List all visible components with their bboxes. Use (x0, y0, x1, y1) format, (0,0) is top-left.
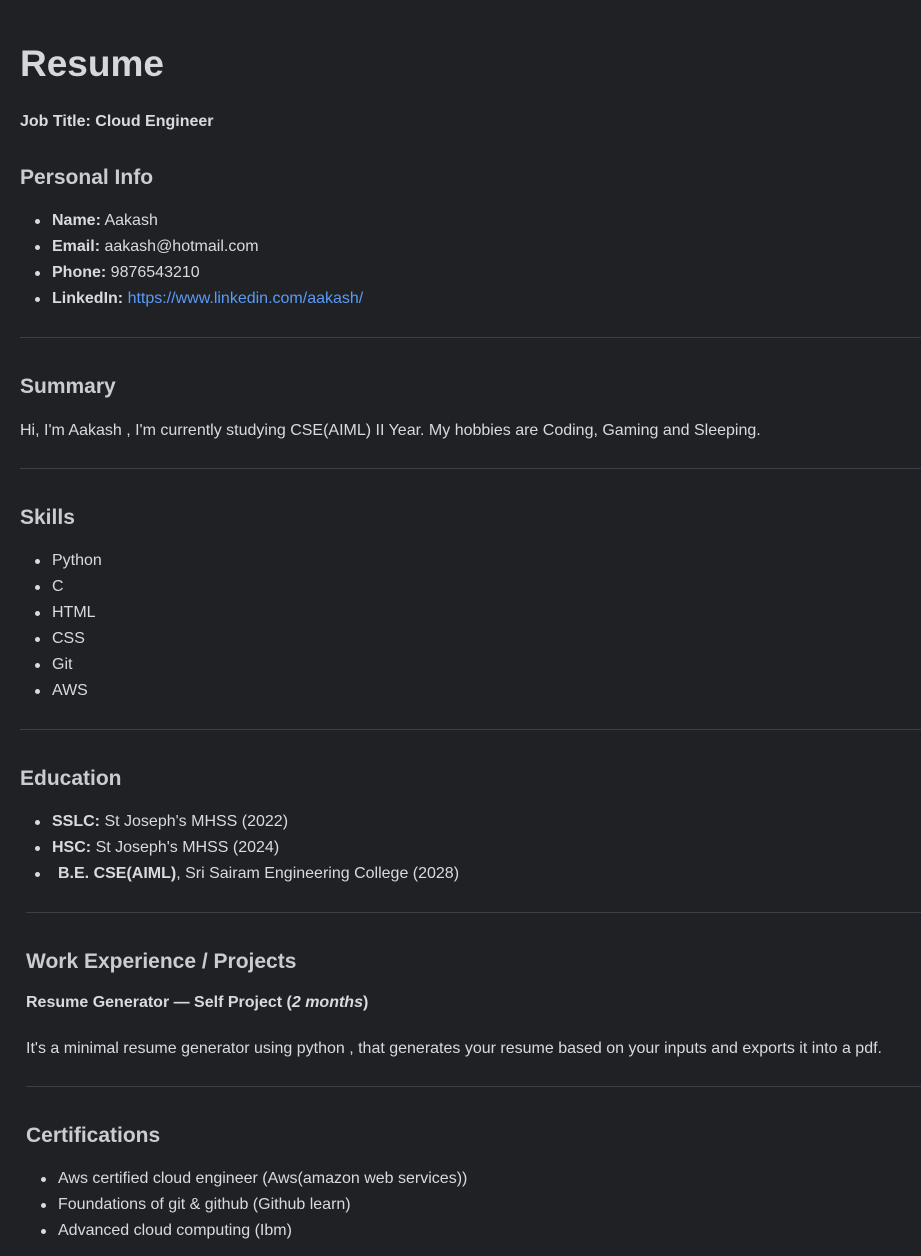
phone-label: Phone: (52, 264, 107, 281)
education-item: HSC: St Joseph's MHSS (2024) (20, 838, 459, 864)
education-item: SSLC: St Joseph's MHSS (2022) (20, 812, 459, 838)
education-value: , Sri Sairam Engineering College (2028) (176, 865, 460, 882)
certification-item: Aws certified cloud engineer (Aws(amazon… (26, 1169, 467, 1195)
education-item: B.E. CSE(AIML), Sri Sairam Engineering C… (20, 864, 459, 890)
name-label: Name: (52, 212, 101, 229)
skill-item: AWS (20, 681, 102, 707)
phone-value: 9876543210 (110, 264, 200, 281)
education-label: HSC: (52, 839, 92, 856)
resume-page: Resume Job Title: Cloud Engineer Persona… (0, 0, 921, 1256)
certification-item: Advanced cloud computing (Ibm) (26, 1221, 467, 1247)
section-divider (20, 337, 921, 338)
list-item: Name: Aakash (20, 211, 363, 237)
section-divider (20, 468, 921, 469)
email-value: aakash@hotmail.com (104, 238, 259, 255)
page-title: Resume (20, 43, 164, 84)
job-title: Job Title: Cloud Engineer (20, 113, 214, 130)
skill-item: C (20, 577, 102, 603)
education-value: St Joseph's MHSS (2024) (95, 839, 280, 856)
list-item: Phone: 9876543210 (20, 263, 363, 289)
project-title: Resume Generator — Self Project (2 month… (26, 993, 368, 1013)
project-duration: 2 months (291, 994, 363, 1011)
personal-info-list: Name: Aakash Email: aakash@hotmail.com P… (20, 211, 363, 315)
certification-item: Foundations of git & github (Github lear… (26, 1195, 467, 1221)
skill-item: HTML (20, 603, 102, 629)
personal-info-heading: Personal Info (20, 166, 154, 189)
skill-item: Python (20, 551, 102, 577)
summary-heading: Summary (20, 375, 116, 398)
email-label: Email: (52, 238, 101, 255)
summary-text: Hi, I'm Aakash , I'm currently studying … (20, 422, 761, 439)
linkedin-label: LinkedIn: (52, 290, 124, 307)
education-list: SSLC: St Joseph's MHSS (2022) HSC: St Jo… (20, 812, 459, 890)
project-title-close: ) (362, 994, 369, 1011)
skill-item: Git (20, 655, 102, 681)
name-value: Aakash (104, 212, 158, 229)
project-title-text: Resume Generator — Self Project ( (26, 994, 292, 1011)
education-heading: Education (20, 767, 122, 790)
section-divider (26, 1086, 921, 1087)
education-label: SSLC: (52, 813, 100, 830)
project-description: It's a minimal resume generator using py… (26, 1040, 882, 1057)
list-item: Email: aakash@hotmail.com (20, 237, 363, 263)
list-item: LinkedIn: https://www.linkedin.com/aakas… (20, 289, 363, 315)
skills-heading: Skills (20, 506, 75, 529)
skill-item: CSS (20, 629, 102, 655)
certifications-heading: Certifications (26, 1124, 161, 1147)
section-divider (26, 912, 921, 913)
linkedin-link[interactable]: https://www.linkedin.com/aakash/ (128, 290, 364, 307)
certifications-list: Aws certified cloud engineer (Aws(amazon… (26, 1169, 467, 1247)
education-label: B.E. CSE(AIML) (58, 865, 177, 882)
education-value: St Joseph's MHSS (2022) (104, 813, 289, 830)
skills-list: Python C HTML CSS Git AWS (20, 551, 102, 707)
work-heading: Work Experience / Projects (26, 950, 297, 973)
section-divider (20, 729, 921, 730)
